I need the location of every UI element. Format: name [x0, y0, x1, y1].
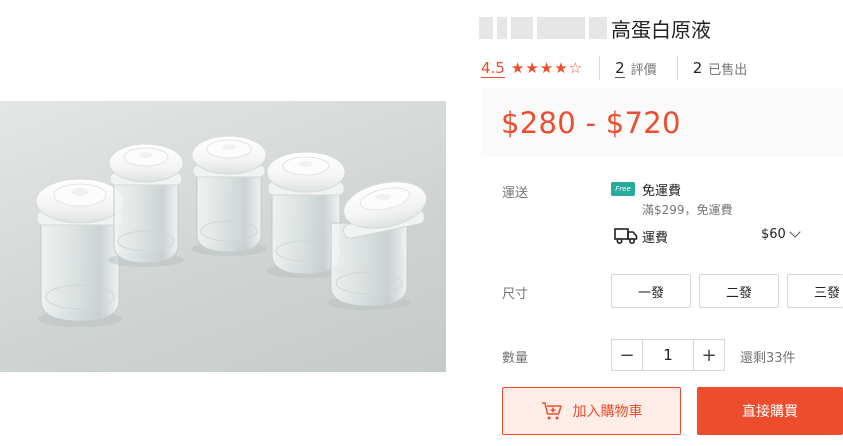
price-box: $280 - $720 — [481, 88, 843, 157]
jar — [327, 181, 427, 310]
quantity-stepper: − 1 + — [611, 339, 725, 371]
star-icon: ★ — [539, 59, 554, 77]
title-redacted — [479, 17, 607, 39]
jar — [35, 178, 125, 327]
star-icon: ★ — [510, 59, 525, 77]
jar — [191, 135, 267, 256]
reviews-label[interactable]: 評價 — [631, 59, 657, 78]
shipping-fee-dropdown[interactable]: $60 — [761, 226, 801, 242]
add-cart-icon — [541, 402, 562, 420]
quantity-input[interactable]: 1 — [643, 340, 693, 370]
size-option-1[interactable]: 一發 — [611, 274, 691, 308]
product-title: 高蛋白原液 — [611, 17, 711, 42]
truck-icon — [614, 228, 638, 245]
size-option-3[interactable]: 三發 — [787, 274, 843, 308]
divider — [676, 56, 678, 80]
shipping-fee-value: $60 — [761, 227, 786, 242]
quantity-label: 數量 — [502, 351, 529, 366]
free-shipping-condition: 滿$299，免運費 — [642, 203, 733, 217]
buy-now-button[interactable]: 直接購買 — [697, 387, 843, 435]
star-icon: ★ — [554, 59, 568, 77]
sold-count: 2 — [692, 59, 703, 77]
product-title-row: 高蛋白原液 — [479, 13, 711, 43]
rating-score[interactable]: 4.5 — [481, 59, 505, 78]
divider — [599, 56, 601, 80]
chevron-down-icon — [789, 226, 801, 238]
reviews-count[interactable]: 2 — [615, 59, 625, 78]
size-label: 尺寸 — [502, 287, 529, 302]
shipping-fee-label: 運費 — [642, 231, 669, 246]
add-to-cart-label: 加入購物車 — [572, 404, 643, 420]
free-shipping-icon: Free — [611, 182, 635, 196]
increase-button[interactable]: + — [693, 340, 724, 370]
shipping-label: 運送 — [502, 186, 529, 201]
price-range: $280 - $720 — [501, 106, 681, 140]
rating-row: 4.5 ★ ★ ★ ★ ☆ 2 評價 2 已售出 — [481, 55, 767, 81]
size-option-2[interactable]: 二發 — [699, 274, 779, 308]
free-shipping-title: 免運費 — [642, 184, 682, 199]
decrease-button[interactable]: − — [612, 340, 643, 370]
rating-stars: ★ ★ ★ ★ ☆ — [511, 59, 582, 77]
jar — [108, 143, 184, 267]
add-to-cart-button[interactable]: 加入購物車 — [502, 387, 681, 435]
half-star-icon: ☆ — [568, 59, 583, 77]
jars-illustration — [35, 135, 427, 327]
stock-remaining: 還剩33件 — [740, 351, 796, 366]
star-icon: ★ — [525, 59, 539, 77]
sold-label: 已售出 — [708, 62, 748, 78]
product-image[interactable] — [0, 101, 446, 372]
